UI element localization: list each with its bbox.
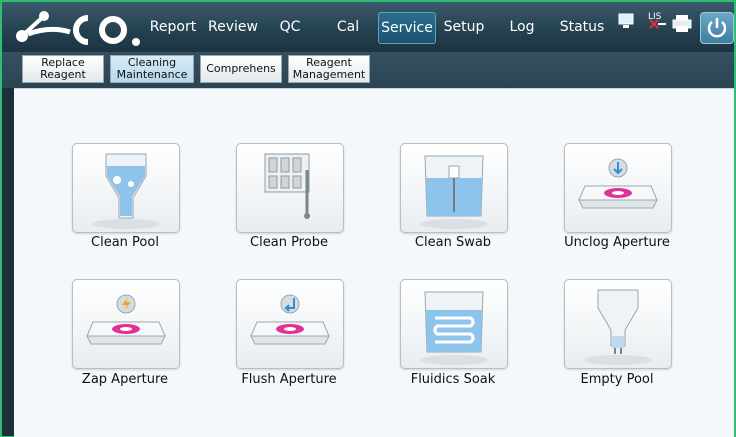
subtab-reagent-management[interactable]: Reagent Management xyxy=(288,55,370,83)
lis-icon[interactable]: LIS xyxy=(646,12,668,32)
sub-tab-bar: Replace Reagent Cleaning Maintenance Compr… xyxy=(2,52,734,88)
tile-label: Clean Probe xyxy=(250,235,328,250)
flush-aperture-button[interactable] xyxy=(236,279,344,369)
unclog-aperture-button[interactable] xyxy=(564,143,672,233)
nav-log[interactable]: Log xyxy=(502,15,542,39)
subtab-line2: Reagent xyxy=(40,68,86,81)
clean-swab-button[interactable] xyxy=(400,143,508,233)
nav-cal[interactable]: Cal xyxy=(328,15,368,39)
aperture-lightning-icon xyxy=(86,294,166,345)
printer-icon[interactable] xyxy=(672,14,692,34)
maintenance-panel: Clean Pool Clean Probe Clean Swab Unclog… xyxy=(14,88,734,437)
tile-label: Clean Swab xyxy=(414,235,492,250)
top-navigation-bar: Report Review QC Cal Service Setup Log S… xyxy=(2,2,734,52)
empty-funnel-icon xyxy=(584,289,652,365)
subtab-line1: Comprehens xyxy=(206,62,276,75)
subtab-line2: Maintenance xyxy=(116,68,188,81)
tile-label: Empty Pool xyxy=(580,372,654,387)
status-icons: LIS xyxy=(618,12,696,38)
tile-label: Flush Aperture xyxy=(241,372,337,387)
clean-probe-button[interactable] xyxy=(236,143,344,233)
power-button[interactable] xyxy=(700,12,734,44)
nav-setup[interactable]: Setup xyxy=(440,15,488,39)
beaker-coil-icon xyxy=(420,291,488,365)
fluidics-soak-button[interactable] xyxy=(400,279,508,369)
subtab-replace-reagent[interactable]: Replace Reagent xyxy=(22,55,104,83)
aperture-flush-icon xyxy=(250,294,330,345)
tile-label: Clean Pool xyxy=(91,235,159,250)
zap-aperture-button[interactable] xyxy=(72,279,180,369)
subtab-cleaning-maintenance[interactable]: Cleaning Maintenance xyxy=(110,55,194,83)
nav-status[interactable]: Status xyxy=(556,15,608,39)
clean-pool-button[interactable] xyxy=(72,143,180,233)
nav-report[interactable]: Report xyxy=(144,15,202,39)
power-icon xyxy=(707,18,727,38)
subtab-comprehensive[interactable]: Comprehens xyxy=(200,55,282,83)
app-window: Report Review QC Cal Service Setup Log S… xyxy=(2,2,734,437)
probe-rack-icon xyxy=(264,153,310,219)
subtab-line2: Management xyxy=(292,68,366,81)
empty-pool-button[interactable] xyxy=(564,279,672,369)
nav-service[interactable]: Service xyxy=(378,12,436,44)
nav-review[interactable]: Review xyxy=(204,15,262,39)
tile-label: Zap Aperture xyxy=(81,372,169,387)
beaker-swab-icon xyxy=(420,155,488,229)
app-logo xyxy=(16,11,140,46)
tile-label: Fluidics Soak xyxy=(410,372,496,387)
aperture-down-arrow-icon xyxy=(578,158,658,209)
funnel-pool-icon xyxy=(92,153,160,229)
nav-qc[interactable]: QC xyxy=(270,15,310,39)
tile-label: Unclog Aperture xyxy=(564,235,670,250)
